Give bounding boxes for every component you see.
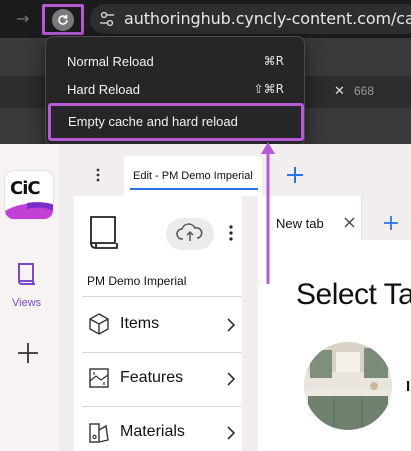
screenshot-root: → authoringhub.cyncly-content.com/catalo… (0, 0, 411, 451)
url-text[interactable]: authoringhub.cyncly-content.com/catalogs (124, 9, 411, 28)
address-bar[interactable]: authoringhub.cyncly-content.com/catalogs (90, 4, 411, 34)
panel-gutter (243, 196, 258, 451)
tab-label: New tab (276, 216, 324, 231)
kitchen-thumbnail-image[interactable] (304, 342, 392, 430)
content-panel: New tab Select Ta I (258, 196, 411, 451)
menu-item-label: Empty cache and hard reload (68, 114, 238, 129)
annotation-arrow (261, 142, 275, 284)
menu-item-shortcut: ⌘R (263, 54, 284, 68)
menu-item-normal-reload[interactable]: Normal Reload ⌘R (46, 49, 304, 75)
editor-tab-row: Edit - PM Demo Imperial (74, 156, 411, 196)
chevron-right-icon (227, 372, 236, 386)
menu-item-empty-cache-hard-reload[interactable]: Empty cache and hard reload (48, 103, 304, 141)
book-icon[interactable] (15, 261, 39, 287)
cloud-upload-icon (176, 223, 203, 241)
nav-item-label: Items (120, 315, 160, 332)
nav-item-label: Materials (120, 423, 185, 440)
menu-item-label: Normal Reload (67, 54, 154, 69)
tab-label: Edit - PM Demo Imperial (133, 170, 253, 182)
features-icon (89, 368, 109, 388)
browser-toolbar: → authoringhub.cyncly-content.com/catalo… (0, 0, 411, 38)
close-icon[interactable]: ✕ (334, 83, 345, 99)
logo-wave-graphic (5, 202, 53, 219)
add-tab-icon[interactable] (383, 215, 399, 231)
chevron-right-icon (227, 426, 236, 440)
add-tab-icon[interactable] (284, 164, 306, 186)
reload-icon (52, 9, 74, 31)
panel-more-icon[interactable] (228, 224, 234, 242)
reload-context-menu: Normal Reload ⌘R Hard Reload ⇧⌘R Empty c… (45, 36, 305, 146)
logo-text: CiC (10, 178, 41, 199)
dimension-readout: 668 (354, 84, 375, 98)
site-settings-icon[interactable] (98, 10, 116, 28)
views-label[interactable]: Views (12, 297, 41, 309)
reload-button[interactable] (42, 4, 84, 35)
menu-item-shortcut: ⇧⌘R (253, 82, 284, 96)
close-tab-icon[interactable] (344, 217, 355, 228)
materials-icon (89, 423, 109, 443)
cic-logo[interactable]: CiC (4, 170, 54, 220)
app-sidebar: CiC Views (0, 144, 58, 451)
active-tab-indicator (130, 188, 258, 190)
catalog-book-icon (90, 216, 118, 249)
back-arrow-icon[interactable]: → (16, 9, 36, 29)
page-heading: Select Ta (296, 278, 411, 311)
project-name: PM Demo Imperial (87, 274, 187, 288)
nav-item-materials[interactable]: Materials (82, 406, 242, 451)
cube-icon (89, 313, 109, 335)
tab-edit-project[interactable]: Edit - PM Demo Imperial (124, 156, 262, 196)
menu-item-label: Hard Reload (67, 82, 140, 97)
nav-item-features[interactable]: Features (82, 352, 242, 406)
main-area: Edit - PM Demo Imperial PM Demo Imperial… (58, 144, 411, 451)
add-icon[interactable] (17, 342, 39, 364)
nav-item-label: Features (120, 369, 184, 386)
upload-button[interactable] (166, 218, 214, 250)
nav-item-items[interactable]: Items (82, 298, 242, 352)
more-options-icon[interactable] (74, 156, 116, 196)
divider (82, 296, 242, 297)
card-title: I (406, 378, 411, 395)
menu-item-hard-reload[interactable]: Hard Reload ⇧⌘R (46, 77, 304, 103)
chevron-right-icon (227, 318, 236, 332)
catalog-nav-panel: PM Demo Imperial Items Features Material… (74, 196, 242, 451)
